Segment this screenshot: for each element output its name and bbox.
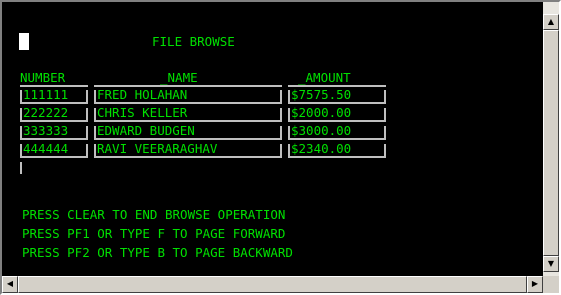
table-row-name-field[interactable]: CHRIS KELLER (94, 105, 282, 122)
page-title: FILE BROWSE (152, 34, 235, 49)
triangle-right-icon: ▶ (531, 279, 539, 288)
horizontal-scrollbar[interactable]: ◀ ▶ (2, 276, 543, 293)
vertical-scroll-thumb[interactable] (543, 30, 559, 256)
cell-amount: $7575.50 (291, 87, 352, 102)
table-row-name-field[interactable]: FRED HOLAHAN (94, 87, 282, 104)
instruction-page-backward: PRESS PF2 OR TYPE B TO PAGE BACKWARD (22, 245, 293, 260)
vertical-scrollbar[interactable]: ▲ ▼ (543, 2, 559, 276)
cell-amount: $3000.00 (291, 123, 352, 138)
cell-amount: $2340.00 (291, 141, 352, 156)
triangle-left-icon: ◀ (6, 279, 14, 288)
scrollbar-corner (543, 276, 559, 293)
triangle-up-icon: ▲ (547, 17, 555, 26)
cell-number: 444444 (23, 141, 69, 156)
cell-number: 333333 (23, 123, 69, 138)
table-row-number-field[interactable]: 222222 (20, 105, 88, 122)
table-row-number-field[interactable]: 444444 (20, 141, 88, 158)
cell-name: FRED HOLAHAN (97, 87, 188, 102)
field-edge-marker (20, 162, 22, 174)
table-row-number-field[interactable]: 111111 (20, 87, 88, 104)
text-cursor (19, 33, 29, 50)
cell-amount: $2000.00 (291, 105, 352, 120)
terminal-window: FILE BROWSE NUMBER _NAME _AMOUNT 111111 … (0, 0, 561, 295)
scroll-up-button[interactable]: ▲ (543, 14, 559, 30)
cell-number: 222222 (23, 105, 69, 120)
scroll-right-button[interactable]: ▶ (527, 276, 543, 293)
cell-name: CHRIS KELLER (97, 105, 188, 120)
terminal-screen[interactable]: FILE BROWSE NUMBER _NAME _AMOUNT 111111 … (2, 2, 543, 276)
table-row-name-field[interactable]: RAVI VEERARAGHAV (94, 141, 282, 158)
horizontal-scroll-thumb[interactable] (18, 276, 527, 293)
instruction-page-forward: PRESS PF1 OR TYPE F TO PAGE FORWARD (22, 226, 286, 241)
cell-name: EDWARD BUDGEN (97, 123, 195, 138)
column-header-name: _NAME (160, 70, 198, 85)
cell-name: RAVI VEERARAGHAV (97, 141, 218, 156)
table-row-amount-field[interactable]: $3000.00 (288, 123, 386, 140)
table-row-name-field[interactable]: EDWARD BUDGEN (94, 123, 282, 140)
column-header-amount: _AMOUNT (298, 70, 351, 85)
instruction-clear: PRESS CLEAR TO END BROWSE OPERATION (22, 207, 286, 222)
triangle-down-icon: ▼ (547, 259, 555, 268)
scroll-left-button[interactable]: ◀ (2, 276, 18, 293)
table-row-amount-field[interactable]: $2340.00 (288, 141, 386, 158)
table-row-number-field[interactable]: 333333 (20, 123, 88, 140)
table-row-amount-field[interactable]: $2000.00 (288, 105, 386, 122)
scroll-down-button[interactable]: ▼ (543, 256, 559, 272)
column-header-number: NUMBER (20, 70, 66, 85)
cell-number: 111111 (23, 87, 69, 102)
table-row-amount-field[interactable]: $7575.50 (288, 87, 386, 104)
